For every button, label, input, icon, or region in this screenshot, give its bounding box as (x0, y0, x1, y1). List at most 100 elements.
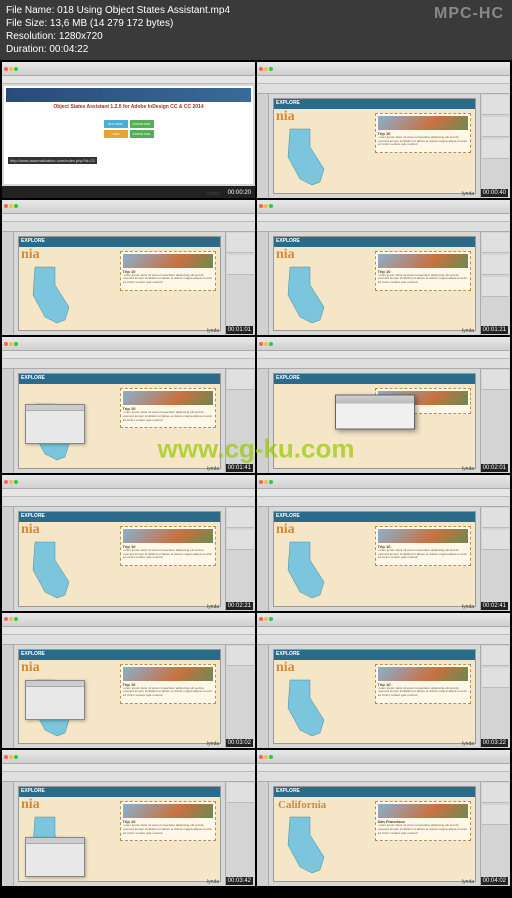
app-menu[interactable] (2, 764, 255, 772)
minimize-icon[interactable] (9, 755, 13, 759)
zoom-icon[interactable] (269, 480, 273, 484)
close-icon[interactable] (259, 204, 263, 208)
panel[interactable] (482, 508, 509, 528)
thumbnail[interactable]: EXPLORE nia Trip 10 Lorem ipsum dolor si… (257, 62, 510, 198)
document-canvas[interactable]: EXPLORE Trip 10 Lorem ipsum dolor sit am… (18, 373, 221, 469)
app-toolbar[interactable] (257, 222, 510, 232)
panels-dock[interactable] (480, 507, 510, 611)
close-icon[interactable] (4, 342, 8, 346)
close-icon[interactable] (4, 480, 8, 484)
info-card[interactable]: Trip 10 Lorem ipsum dolor sit amet conse… (120, 388, 216, 428)
zoom-icon[interactable] (14, 755, 18, 759)
app-toolbar[interactable] (2, 635, 255, 645)
panel[interactable] (227, 370, 254, 390)
tools-panel[interactable] (257, 232, 269, 336)
document-canvas[interactable]: EXPLORE nia Trip 10 Lorem ipsum dolor si… (273, 98, 476, 194)
panel[interactable] (227, 255, 254, 275)
close-icon[interactable] (4, 617, 8, 621)
app-toolbar[interactable] (257, 497, 510, 507)
panel[interactable] (227, 783, 254, 803)
zoom-icon[interactable] (269, 204, 273, 208)
minimize-icon[interactable] (264, 755, 268, 759)
object-states-panel[interactable] (25, 680, 85, 720)
close-icon[interactable] (259, 342, 263, 346)
minimize-icon[interactable] (9, 204, 13, 208)
panel[interactable] (482, 117, 509, 137)
california-map[interactable] (282, 265, 327, 325)
app-menu[interactable] (2, 214, 255, 222)
app-toolbar[interactable] (257, 635, 510, 645)
info-card[interactable]: Trip 10 Lorem ipsum dolor sit amet conse… (375, 526, 471, 566)
app-toolbar[interactable] (2, 359, 255, 369)
tools-panel[interactable] (257, 507, 269, 611)
info-card[interactable]: Trip 10 Lorem ipsum dolor sit amet conse… (120, 664, 216, 704)
document-canvas[interactable]: EXPLORE nia Trip 10 Lorem ipsum dolor si… (18, 786, 221, 882)
panel-body[interactable] (26, 844, 84, 848)
thumbnail[interactable]: EXPLORE Trip 10 Lorem ipsum dolor sit am… (2, 337, 255, 473)
app-menu[interactable] (2, 489, 255, 497)
document-canvas[interactable]: EXPLORE nia Trip 10 Lorem ipsum dolor si… (18, 236, 221, 332)
panels-dock[interactable] (225, 507, 255, 611)
thumbnail[interactable]: EXPLORE nia Trip 10 Lorem ipsum dolor si… (257, 200, 510, 336)
app-menu[interactable] (257, 764, 510, 772)
object-states-panel[interactable] (25, 404, 85, 444)
zoom-icon[interactable] (14, 480, 18, 484)
download-button[interactable]: DOWNLOAD (130, 120, 154, 128)
thumbnail[interactable]: EXPLORE California San Francisco Lorem i… (257, 750, 510, 886)
minimize-icon[interactable] (264, 342, 268, 346)
panels-dock[interactable] (480, 369, 510, 473)
info-card[interactable]: Trip 10 Lorem ipsum dolor sit amet conse… (375, 251, 471, 291)
panels-dock[interactable] (225, 369, 255, 473)
tools-panel[interactable] (257, 369, 269, 473)
app-toolbar[interactable] (257, 359, 510, 369)
document-canvas[interactable]: EXPLORE nia Trip 10 Lorem ipsum dolor si… (273, 511, 476, 607)
panel[interactable] (482, 805, 509, 825)
zoom-icon[interactable] (14, 617, 18, 621)
tools-panel[interactable] (2, 782, 14, 886)
panel[interactable] (227, 233, 254, 253)
panels-dock[interactable] (480, 782, 510, 886)
info-card[interactable]: Trip 10 Lorem ipsum dolor sit amet conse… (120, 526, 216, 566)
info-card[interactable]: San Francisco Lorem ipsum dolor sit amet… (375, 801, 471, 841)
panel[interactable] (482, 277, 509, 297)
app-menu[interactable] (257, 76, 510, 84)
panels-dock[interactable] (480, 645, 510, 749)
document-canvas[interactable]: EXPLORE California San Francisco Lorem i… (273, 786, 476, 882)
minimize-icon[interactable] (264, 67, 268, 71)
panels-dock[interactable] (225, 782, 255, 886)
app-toolbar[interactable] (2, 772, 255, 782)
panels-dock[interactable] (480, 94, 510, 198)
app-toolbar[interactable] (257, 772, 510, 782)
panels-dock[interactable] (225, 645, 255, 749)
minimize-icon[interactable] (264, 617, 268, 621)
document-canvas[interactable]: EXPLORE nia Trip 10 Lorem ipsum dolor si… (18, 649, 221, 745)
tools-panel[interactable] (2, 232, 14, 336)
info-card[interactable]: Trip 10 Lorem ipsum dolor sit amet conse… (120, 251, 216, 291)
zoom-icon[interactable] (269, 342, 273, 346)
zoom-icon[interactable] (269, 617, 273, 621)
panel[interactable] (227, 530, 254, 550)
minimize-icon[interactable] (264, 480, 268, 484)
thumbnail[interactable]: EXPLORE nia Trip 10 Lorem ipsum dolor si… (2, 475, 255, 611)
panel[interactable] (482, 668, 509, 688)
zoom-icon[interactable] (14, 204, 18, 208)
info-card[interactable]: Trip 10 Lorem ipsum dolor sit amet conse… (120, 801, 216, 841)
tools-panel[interactable] (257, 645, 269, 749)
close-icon[interactable] (259, 67, 263, 71)
minimize-icon[interactable] (9, 342, 13, 346)
app-menu[interactable] (2, 351, 255, 359)
tools-panel[interactable] (2, 369, 14, 473)
panels-dock[interactable] (225, 232, 255, 336)
california-map[interactable] (27, 265, 72, 325)
info-card[interactable]: Trip 10 Lorem ipsum dolor sit amet conse… (375, 113, 471, 153)
panel[interactable] (482, 370, 509, 390)
close-icon[interactable] (259, 617, 263, 621)
thumbnail[interactable]: EXPLORE nia Trip 10 Lorem ipsum dolor si… (257, 613, 510, 749)
tools-panel[interactable] (2, 645, 14, 749)
dialog-box[interactable] (335, 394, 415, 429)
zoom-icon[interactable] (14, 67, 18, 71)
thumbnail[interactable]: Object States Assistant 1.2.0 for Adobe … (2, 62, 255, 198)
close-icon[interactable] (4, 755, 8, 759)
panel[interactable] (227, 508, 254, 528)
thumbnail[interactable]: EXPLORE nia Trip 10 Lorem ipsum dolor si… (2, 750, 255, 886)
